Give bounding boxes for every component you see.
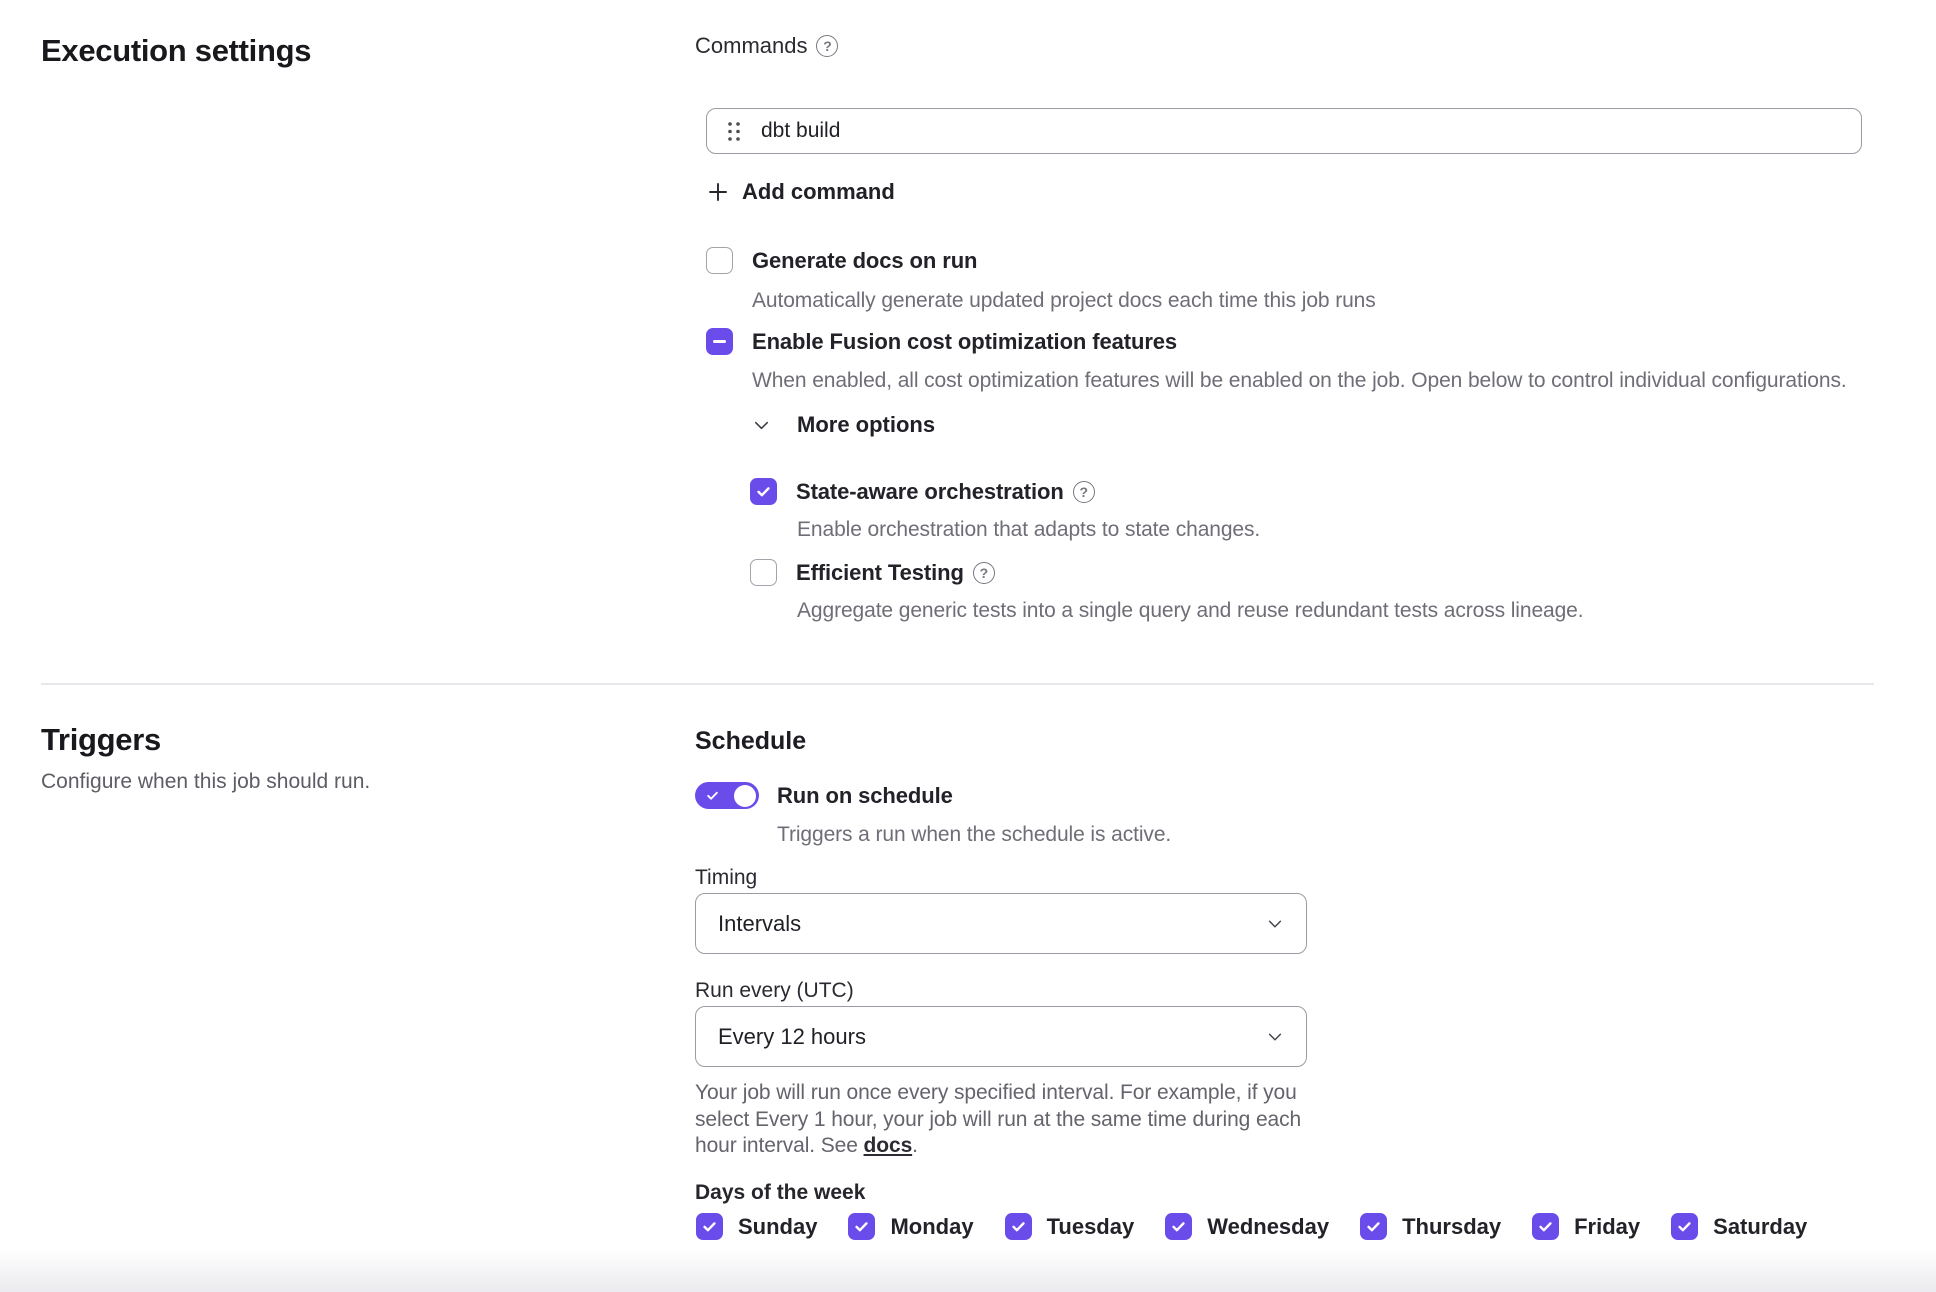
fusion-label[interactable]: Enable Fusion cost optimization features xyxy=(752,329,1177,355)
run-on-schedule-description: Triggers a run when the schedule is acti… xyxy=(777,823,1171,847)
sunday-checkbox[interactable] xyxy=(696,1213,723,1240)
generate-docs-label[interactable]: Generate docs on run xyxy=(752,248,977,274)
state-aware-checkbox[interactable] xyxy=(750,478,777,505)
fusion-row: Enable Fusion cost optimization features xyxy=(706,328,1177,355)
generate-docs-row: Generate docs on run xyxy=(706,247,977,274)
day-label: Tuesday xyxy=(1047,1214,1135,1240)
add-command-button[interactable]: Add command xyxy=(707,179,895,205)
days-of-week-label: Days of the week xyxy=(695,1181,865,1205)
state-aware-description: Enable orchestration that adapts to stat… xyxy=(797,518,1260,542)
execution-settings-title: Execution settings xyxy=(41,33,311,69)
plus-icon xyxy=(707,181,729,203)
toggle-check-icon xyxy=(705,788,720,808)
chevron-down-icon xyxy=(752,416,771,435)
day-item-wednesday[interactable]: Wednesday xyxy=(1165,1213,1329,1240)
day-item-saturday[interactable]: Saturday xyxy=(1671,1213,1807,1240)
job-settings-page: Execution settings Commands ? dbt build … xyxy=(0,0,1936,1292)
interval-help-text: Your job will run once every specified i… xyxy=(695,1080,1315,1160)
fusion-checkbox[interactable] xyxy=(706,328,733,355)
day-item-tuesday[interactable]: Tuesday xyxy=(1005,1213,1135,1240)
commands-help-icon[interactable]: ? xyxy=(816,35,838,57)
state-aware-row: State-aware orchestration? xyxy=(750,478,1095,505)
tuesday-checkbox[interactable] xyxy=(1005,1213,1032,1240)
saturday-checkbox[interactable] xyxy=(1671,1213,1698,1240)
run-every-select[interactable]: Every 12 hours xyxy=(695,1006,1307,1067)
chevron-down-icon xyxy=(1266,1028,1284,1046)
generate-docs-checkbox[interactable] xyxy=(706,247,733,274)
commands-label: Commands xyxy=(695,33,807,59)
timing-label: Timing xyxy=(695,866,757,890)
docs-link[interactable]: docs xyxy=(864,1134,913,1157)
day-label: Monday xyxy=(890,1214,973,1240)
command-value[interactable]: dbt build xyxy=(761,119,840,143)
day-label: Wednesday xyxy=(1207,1214,1329,1240)
day-item-friday[interactable]: Friday xyxy=(1532,1213,1640,1240)
schedule-heading: Schedule xyxy=(695,727,806,756)
run-on-schedule-toggle[interactable] xyxy=(695,782,759,809)
run-every-label: Run every (UTC) xyxy=(695,979,854,1003)
more-options-toggle[interactable]: More options xyxy=(752,412,935,438)
section-divider xyxy=(41,683,1874,685)
commands-label-row: Commands ? xyxy=(695,33,838,59)
efficient-testing-help-icon[interactable]: ? xyxy=(973,562,995,584)
efficient-testing-description: Aggregate generic tests into a single qu… xyxy=(797,599,1584,623)
friday-checkbox[interactable] xyxy=(1532,1213,1559,1240)
run-every-select-value: Every 12 hours xyxy=(718,1024,866,1050)
day-label: Thursday xyxy=(1402,1214,1501,1240)
day-item-sunday[interactable]: Sunday xyxy=(696,1213,817,1240)
run-on-schedule-row: Run on schedule xyxy=(695,782,953,809)
generate-docs-description: Automatically generate updated project d… xyxy=(752,289,1376,313)
efficient-testing-row: Efficient Testing? xyxy=(750,559,995,586)
efficient-testing-label[interactable]: Efficient Testing? xyxy=(796,560,995,586)
monday-checkbox[interactable] xyxy=(848,1213,875,1240)
timing-select[interactable]: Intervals xyxy=(695,893,1307,954)
more-options-label: More options xyxy=(797,412,935,438)
day-label: Friday xyxy=(1574,1214,1640,1240)
command-input[interactable]: dbt build xyxy=(706,108,1862,154)
drag-handle-icon[interactable] xyxy=(727,121,741,142)
day-label: Sunday xyxy=(738,1214,817,1240)
state-aware-help-icon[interactable]: ? xyxy=(1073,481,1095,503)
page-bottom-fade xyxy=(0,1248,1936,1292)
add-command-label: Add command xyxy=(742,179,895,205)
toggle-knob xyxy=(734,785,756,807)
efficient-testing-checkbox[interactable] xyxy=(750,559,777,586)
chevron-down-icon xyxy=(1266,915,1284,933)
fusion-description: When enabled, all cost optimization feat… xyxy=(752,369,1847,393)
day-label: Saturday xyxy=(1713,1214,1807,1240)
triggers-subtitle: Configure when this job should run. xyxy=(41,770,370,794)
days-of-week-row: Sunday Monday Tuesday Wednesday Thursday xyxy=(696,1213,1807,1240)
day-item-monday[interactable]: Monday xyxy=(848,1213,973,1240)
state-aware-label[interactable]: State-aware orchestration? xyxy=(796,479,1095,505)
day-item-thursday[interactable]: Thursday xyxy=(1360,1213,1501,1240)
wednesday-checkbox[interactable] xyxy=(1165,1213,1192,1240)
timing-select-value: Intervals xyxy=(718,911,801,937)
triggers-title: Triggers xyxy=(41,722,161,758)
thursday-checkbox[interactable] xyxy=(1360,1213,1387,1240)
run-on-schedule-label[interactable]: Run on schedule xyxy=(777,783,953,809)
